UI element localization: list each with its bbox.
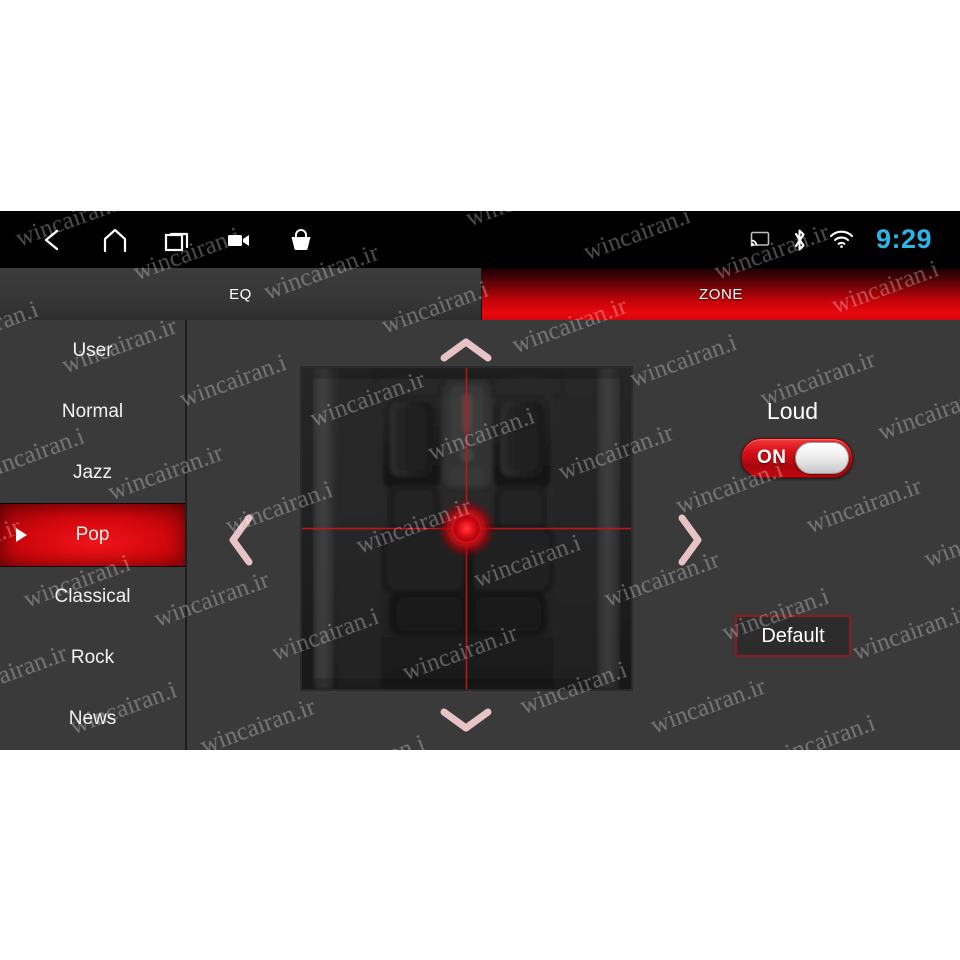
selected-marker-icon bbox=[16, 527, 27, 542]
preset-item-user[interactable]: User bbox=[0, 320, 185, 381]
zone-controls: Loud ON Default bbox=[735, 320, 960, 750]
cast-icon bbox=[750, 231, 770, 248]
chevron-right-icon[interactable] bbox=[667, 510, 713, 570]
default-button-label: Default bbox=[761, 624, 825, 647]
head-unit-screen: 9:29 EQ ZONE User Normal Jazz Pop Classi… bbox=[0, 211, 960, 750]
zone-stage bbox=[212, 320, 717, 750]
video-camera-icon[interactable] bbox=[208, 211, 270, 268]
preset-label: Pop bbox=[75, 523, 110, 545]
recents-icon[interactable] bbox=[146, 211, 208, 268]
tab-zone-label: ZONE bbox=[698, 285, 744, 303]
zone-balance-pad[interactable] bbox=[300, 366, 633, 691]
eq-preset-list: User Normal Jazz Pop Classical Rock News bbox=[0, 320, 187, 750]
status-bar: 9:29 bbox=[0, 211, 960, 268]
toggle-knob[interactable] bbox=[795, 442, 849, 474]
preset-label: Rock bbox=[70, 647, 115, 669]
preset-item-classical[interactable]: Classical bbox=[0, 567, 185, 628]
status-indicators: 9:29 bbox=[730, 211, 960, 268]
preset-label: Jazz bbox=[72, 461, 113, 483]
preset-label: News bbox=[68, 708, 117, 730]
tab-zone[interactable]: ZONE bbox=[482, 268, 960, 320]
chevron-left-icon[interactable] bbox=[218, 510, 264, 570]
preset-label: Normal bbox=[61, 400, 124, 422]
wifi-icon bbox=[829, 230, 854, 249]
shopping-basket-icon[interactable] bbox=[270, 211, 332, 268]
content-area: User Normal Jazz Pop Classical Rock News bbox=[0, 320, 960, 750]
home-icon[interactable] bbox=[84, 211, 146, 268]
tab-bar: EQ ZONE bbox=[0, 268, 960, 320]
preset-item-normal[interactable]: Normal bbox=[0, 381, 185, 442]
chevron-up-icon[interactable] bbox=[430, 330, 502, 370]
preset-label: User bbox=[72, 339, 113, 361]
loudness-toggle[interactable]: ON bbox=[741, 438, 853, 478]
loudness-label: Loud bbox=[766, 398, 819, 424]
navigation-bar bbox=[0, 211, 332, 268]
back-icon[interactable] bbox=[22, 211, 84, 268]
tab-eq-label: EQ bbox=[229, 285, 252, 303]
tab-eq[interactable]: EQ bbox=[0, 268, 482, 320]
loudness-state-label: ON bbox=[757, 447, 787, 468]
clock: 9:29 bbox=[875, 224, 932, 254]
preset-item-jazz[interactable]: Jazz bbox=[0, 442, 185, 503]
car-interior-image bbox=[302, 368, 631, 689]
zone-pane: Loud ON Default bbox=[187, 320, 960, 750]
preset-item-rock[interactable]: Rock bbox=[0, 628, 185, 689]
preset-label: Classical bbox=[54, 586, 131, 608]
chevron-down-icon[interactable] bbox=[430, 700, 502, 740]
preset-item-news[interactable]: News bbox=[0, 689, 185, 750]
preset-item-pop[interactable]: Pop bbox=[0, 503, 185, 567]
bluetooth-icon bbox=[790, 228, 809, 252]
default-button[interactable]: Default bbox=[735, 615, 851, 657]
